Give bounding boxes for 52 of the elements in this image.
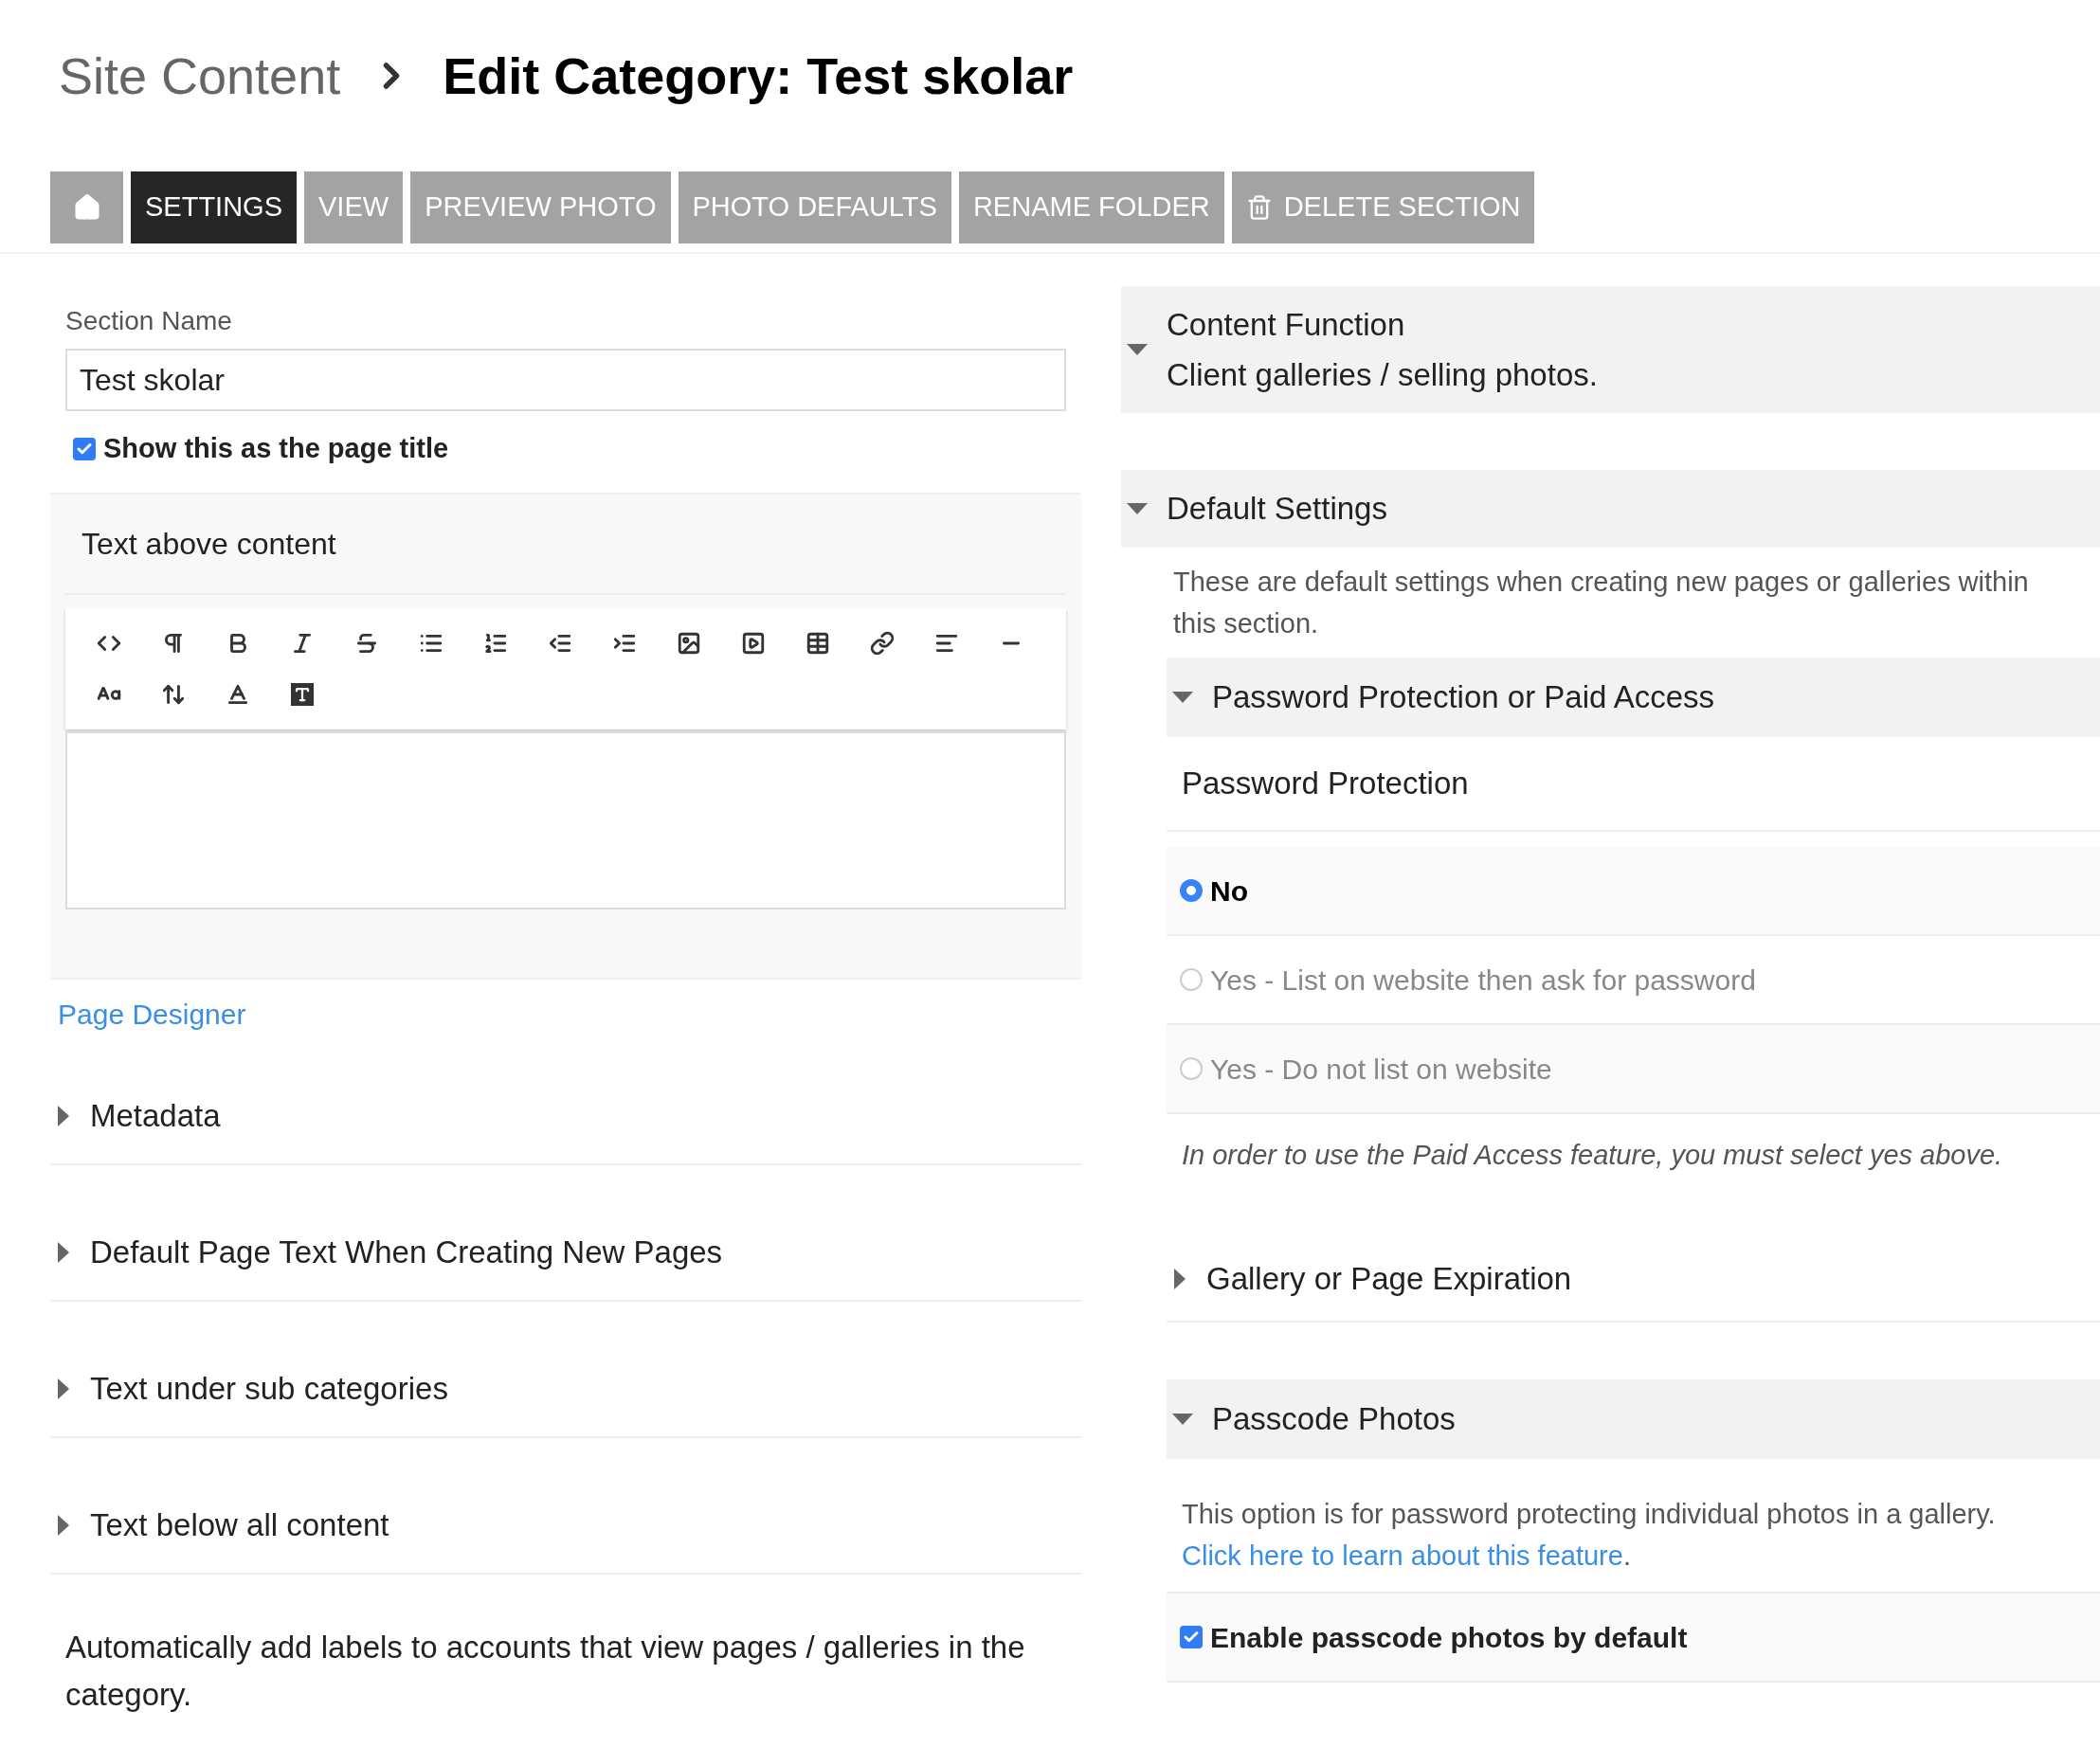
home-icon: [72, 193, 101, 222]
link-icon[interactable]: [870, 631, 895, 656]
trash-icon: [1245, 194, 1273, 221]
highlight-icon[interactable]: [291, 683, 314, 706]
caret-right-icon[interactable]: [58, 1515, 69, 1536]
caret-right-icon[interactable]: [58, 1378, 69, 1399]
breadcrumb-link[interactable]: Site Content: [59, 37, 341, 115]
caret-down-icon[interactable]: [1172, 1414, 1193, 1425]
auto-labels-text: Automatically add labels to accounts that view pages / galleries in the category.: [64, 1629, 1026, 1714]
checkbox-label: Show this as the page title: [103, 432, 449, 466]
section-header[interactable]: Default Settings: [1167, 485, 1387, 532]
group-heading: Password Protection: [1167, 737, 2100, 832]
panel-value: Client galleries / selling photos.: [1167, 356, 1598, 394]
caret-right-icon[interactable]: [58, 1242, 69, 1263]
radio-button[interactable]: [1180, 1057, 1203, 1080]
caret-down-icon[interactable]: [1172, 692, 1193, 703]
field-label: Section Name: [65, 305, 233, 337]
caret-down-icon[interactable]: [1127, 344, 1148, 355]
line-height-icon[interactable]: [161, 682, 186, 707]
section-header[interactable]: Password Protection or Paid Access: [1212, 674, 1715, 721]
panel-title[interactable]: Content Function: [1167, 300, 1598, 348]
section-header[interactable]: Default Page Text When Creating New Pages: [90, 1229, 723, 1276]
radio-button[interactable]: [1180, 879, 1203, 902]
text-color-icon[interactable]: [226, 682, 250, 707]
radio-label: Yes - Do not list on website: [1210, 1052, 1552, 1087]
caret-right-icon[interactable]: [58, 1106, 69, 1126]
radio-label: Yes - List on website then ask for password: [1210, 963, 1756, 998]
numbered-list-icon[interactable]: [483, 631, 508, 656]
section-name-field[interactable]: Test skolar: [65, 349, 1066, 411]
caret-down-icon[interactable]: [1127, 503, 1148, 514]
video-icon[interactable]: [741, 631, 766, 656]
table-icon[interactable]: [806, 631, 830, 656]
section-header[interactable]: Metadata: [90, 1092, 221, 1140]
radio-button[interactable]: [1180, 968, 1203, 991]
description-text: These are default settings when creating new pages or galleries within this section.: [1172, 566, 2030, 640]
panel-title: Text above content: [65, 495, 1066, 595]
checkbox[interactable]: [73, 438, 96, 460]
section-header[interactable]: Text below all content: [90, 1502, 389, 1549]
caret-right-icon[interactable]: [1174, 1269, 1186, 1289]
note-text: In order to use the Paid Access feature, you must select yes above.: [1181, 1139, 2004, 1172]
image-icon[interactable]: [677, 631, 701, 656]
description-text: This option is for password protecting individual photos in a gallery.: [1182, 1498, 1997, 1531]
section-header[interactable]: Gallery or Page Expiration: [1206, 1255, 1572, 1303]
section-header[interactable]: Text under sub categories: [90, 1365, 448, 1413]
punctuation-text: .: [1622, 1540, 1631, 1573]
radio-label: No: [1210, 874, 1248, 909]
checkbox[interactable]: [1180, 1626, 1203, 1648]
tab[interactable]: SETTINGS: [131, 171, 297, 243]
checkbox-label: Enable passcode photos by default: [1210, 1620, 1688, 1655]
strikethrough-icon[interactable]: [354, 631, 379, 656]
page-title: Edit Category: Test skolar: [443, 45, 1074, 106]
section-header[interactable]: Passcode Photos: [1212, 1396, 1456, 1443]
